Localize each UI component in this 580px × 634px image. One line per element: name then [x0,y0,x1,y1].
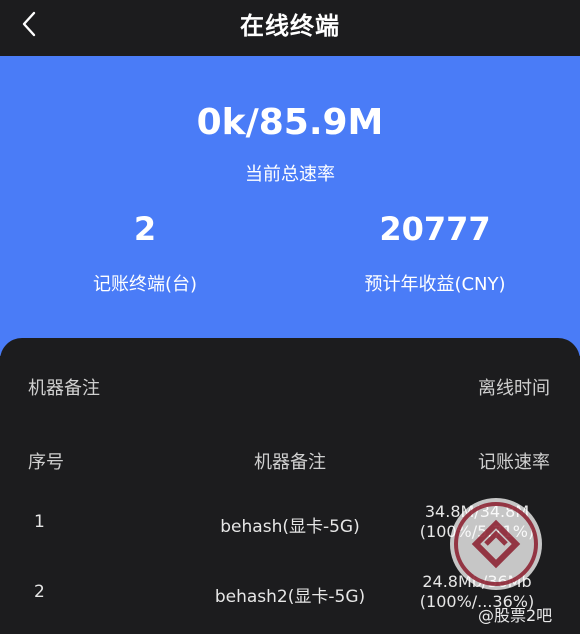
page-title: 在线终端 [240,12,340,40]
income-value: 20777 [379,210,491,248]
total-speed-label: 当前总速率 [245,164,335,185]
sort-bar: 机器备注 离线时间 [0,374,580,400]
column-header-rate: 记账速率 [478,452,550,473]
terminals-label: 记账终端(台) [92,274,198,295]
summary-card: 0k/85.9M 当前总速率 2 记账终端(台) 20777 预计年收益(CNY… [0,56,580,356]
watermark-logo [450,498,542,590]
app-header: 在线终端 [0,0,580,56]
terminals-count: 2 [133,210,157,248]
watermark-text: @股票2吧 [478,606,553,625]
sort-by-offline-time[interactable]: 离线时间 [478,374,550,400]
total-speed-value: 0k/85.9M [196,102,384,143]
income-label: 预计年收益(CNY) [364,274,506,295]
sort-by-note[interactable]: 机器备注 [28,374,100,400]
